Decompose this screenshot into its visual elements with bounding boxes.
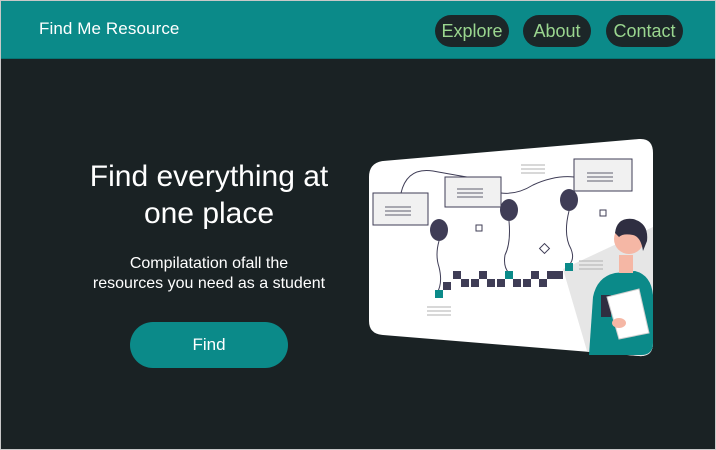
nav-explore-link[interactable]: Explore [435, 15, 509, 47]
hero-illustration [367, 137, 655, 359]
nav-about-link[interactable]: About [523, 15, 591, 47]
top-navbar: Find Me Resource Explore About Contact [1, 1, 715, 59]
hero-title-line-1: Find everything at [89, 160, 329, 193]
hero-title: Find everything at one place [59, 158, 359, 232]
hero-subtitle: Compilatation ofall the resources you ne… [59, 254, 359, 294]
page-frame: Find Me Resource Explore About Contact F… [0, 0, 716, 450]
brand-title[interactable]: Find Me Resource [39, 19, 180, 39]
hero-subtitle-line-1: Compilatation ofall the [129, 255, 289, 272]
student-resources-illustration-icon [369, 138, 653, 357]
nav-contact-link[interactable]: Contact [606, 15, 683, 47]
hero-subtitle-line-2: resources you need as a student [92, 275, 326, 292]
hero-title-line-2: one place [143, 197, 275, 230]
find-button[interactable]: Find [130, 322, 288, 368]
